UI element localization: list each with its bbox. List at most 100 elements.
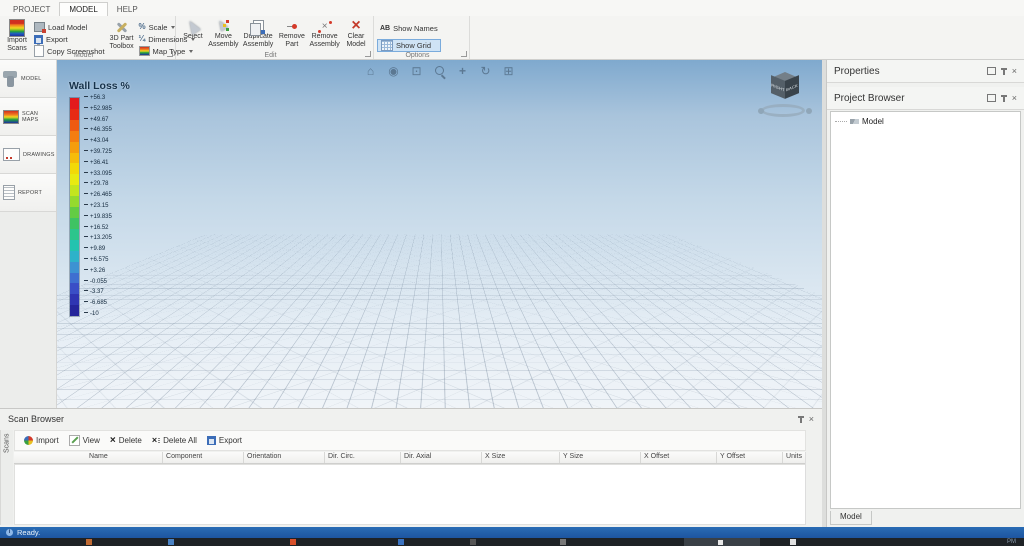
- pin-icon[interactable]: [800, 416, 802, 423]
- taskbar-app-icon[interactable]: [290, 539, 296, 545]
- column-header[interactable]: Component: [163, 452, 244, 463]
- column-header[interactable]: X Size: [482, 452, 560, 463]
- ground-grid: [57, 235, 822, 408]
- column-header[interactable]: Orientation: [244, 452, 325, 463]
- tab-model[interactable]: MODEL: [59, 2, 107, 16]
- view-cube-ring[interactable]: [761, 104, 805, 117]
- tree-connector: [835, 121, 847, 122]
- pin-icon[interactable]: [1003, 95, 1005, 102]
- taskbar-active-app[interactable]: [684, 538, 760, 546]
- taskbar-app-icon[interactable]: [398, 539, 404, 545]
- select-label: Select: [183, 33, 202, 41]
- view-cube-knob-left[interactable]: [758, 108, 764, 114]
- 3d-viewport[interactable]: Wall Loss %: [57, 60, 822, 408]
- column-header[interactable]: Name: [86, 452, 163, 463]
- load-model-label: Load Model: [48, 23, 87, 32]
- dialog-launcher-icon[interactable]: [167, 51, 173, 57]
- legend-color-segment: [70, 142, 79, 153]
- fit-icon[interactable]: [502, 64, 516, 78]
- toolbar-button-icon: [69, 435, 80, 446]
- legend-color-segment: [70, 98, 79, 109]
- legend-tick: +29.78: [84, 181, 112, 187]
- move-assembly-icon: [216, 19, 230, 33]
- tab-project[interactable]: PROJECT: [4, 3, 59, 16]
- show-grid-toggle[interactable]: Show Grid: [377, 39, 441, 52]
- clear-model-icon: ×: [351, 19, 360, 33]
- show-grid-label: Show Grid: [396, 41, 431, 50]
- sidebar-item-drawings[interactable]: DRAWINGS: [0, 136, 56, 174]
- pan-icon[interactable]: [456, 64, 470, 78]
- taskbar-app-icon[interactable]: [470, 539, 476, 545]
- tree-item-model[interactable]: Model: [831, 112, 1020, 131]
- move-assembly-button[interactable]: Move Assembly: [207, 17, 240, 57]
- orbit-icon[interactable]: [387, 64, 401, 78]
- rotate-icon[interactable]: [479, 64, 493, 78]
- column-header-filler: [14, 452, 86, 463]
- properties-header: Properties ×: [827, 60, 1024, 83]
- view-button[interactable]: View: [64, 433, 105, 448]
- show-names-label: Show Names: [393, 24, 438, 33]
- duplicate-assembly-button[interactable]: Duplicate Assembly: [240, 17, 277, 57]
- close-icon[interactable]: ×: [1012, 94, 1017, 103]
- select-button[interactable]: Select: [179, 17, 207, 57]
- scan-table-body[interactable]: [14, 464, 806, 525]
- taskbar-app-icon[interactable]: [86, 539, 92, 545]
- float-window-icon[interactable]: [987, 67, 996, 75]
- taskbar-app-icon[interactable]: [168, 539, 174, 545]
- column-header[interactable]: Dir. Axial: [401, 452, 482, 463]
- column-header[interactable]: X Offset: [641, 452, 717, 463]
- pin-icon[interactable]: [1003, 68, 1005, 75]
- sidebar-item-scan-maps[interactable]: SCAN MAPS: [0, 98, 56, 136]
- sidebar-item-label: DRAWINGS: [23, 152, 55, 158]
- column-header[interactable]: Y Offset: [717, 452, 783, 463]
- part-toolbox-label: 3D Part Toolbox: [109, 35, 135, 51]
- remove-assembly-button[interactable]: Remove Assembly: [307, 17, 342, 57]
- load-model-button[interactable]: Load Model: [31, 21, 108, 33]
- model-node-icon: [850, 119, 859, 124]
- sidebar-item-icon: [3, 70, 18, 87]
- column-header[interactable]: Dir. Circ.: [325, 452, 401, 463]
- export-button-ribbon[interactable]: Export: [31, 33, 108, 45]
- dialog-launcher-icon[interactable]: [461, 51, 467, 57]
- sidebar-item-report[interactable]: REPORT: [0, 174, 56, 212]
- show-names-button[interactable]: AB Show Names: [377, 22, 441, 34]
- ribbon-group-model: Import Scans Load Model Export Copy Scre…: [0, 16, 176, 59]
- status-bar: Ready.: [0, 527, 1024, 538]
- close-icon[interactable]: ×: [809, 415, 814, 424]
- view-cube-right-face[interactable]: BACK: [785, 75, 799, 99]
- import-scans-icon: [9, 19, 25, 37]
- part-toolbox-button[interactable]: 3D Part Toolbox: [108, 17, 136, 57]
- view-cube-body[interactable]: RIGHT BACK: [771, 72, 799, 104]
- legend-tick: +43.04: [84, 138, 112, 144]
- close-icon[interactable]: ×: [1012, 67, 1017, 76]
- zoom-icon[interactable]: [433, 64, 447, 78]
- column-header[interactable]: Y Size: [560, 452, 641, 463]
- remove-part-button[interactable]: Remove Part: [276, 17, 307, 57]
- tab-help[interactable]: HELP: [108, 3, 147, 16]
- import-scans-button[interactable]: Import Scans: [3, 17, 31, 57]
- toolbar-button-label: Import: [36, 436, 59, 445]
- sidebar-item-label: SCAN MAPS: [22, 111, 56, 123]
- tab-model-panel[interactable]: Model: [830, 511, 872, 525]
- scans-side-tab[interactable]: Scans: [0, 430, 13, 525]
- export-button[interactable]: Export: [202, 434, 247, 447]
- legend-tick-labels: +56.3 +52.985 +49.67 +46.355 +43.04 +39.…: [84, 95, 112, 317]
- legend-tick: +52.985: [84, 106, 112, 112]
- view-cube-face-label: RIGHT: [771, 82, 784, 92]
- scan-table-scroll-strip[interactable]: [805, 452, 820, 525]
- view-cube-knob-right[interactable]: [806, 108, 812, 114]
- delete-all-button[interactable]: Delete All: [147, 434, 202, 447]
- home-icon[interactable]: [364, 64, 378, 78]
- legend-tick: +9.89: [84, 246, 112, 252]
- remove-assembly-icon: [318, 21, 332, 33]
- taskbar-app-icon[interactable]: [790, 539, 796, 545]
- view-cube[interactable]: RIGHT BACK: [758, 72, 812, 120]
- sidebar-item-model[interactable]: MODEL: [0, 60, 56, 98]
- select-view-icon[interactable]: [410, 64, 424, 78]
- import-button[interactable]: Import: [19, 434, 64, 447]
- delete-button[interactable]: Delete: [105, 434, 147, 447]
- float-window-icon[interactable]: [987, 94, 996, 102]
- dialog-launcher-icon[interactable]: [365, 51, 371, 57]
- taskbar-app-icon[interactable]: [560, 539, 566, 545]
- column-header[interactable]: Units: [783, 452, 806, 463]
